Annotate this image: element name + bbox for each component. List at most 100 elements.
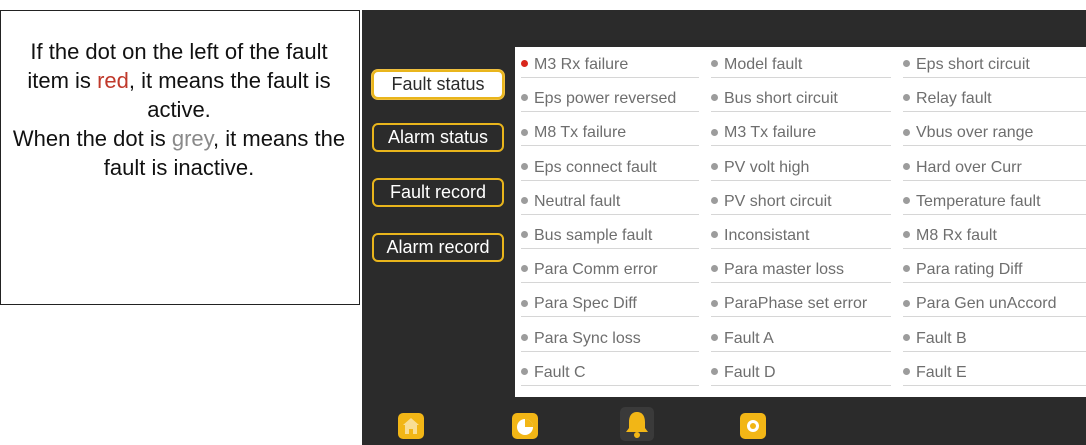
status-dot-inactive xyxy=(521,368,528,376)
fault-item-label: Para Sync loss xyxy=(534,329,641,347)
fault-item-label: Bus short circuit xyxy=(724,90,838,108)
fault-item-label: Fault C xyxy=(534,363,586,381)
fault-item: Inconsistant xyxy=(711,224,891,249)
fault-item: Para master loss xyxy=(711,258,891,284)
status-dot-inactive xyxy=(521,333,528,341)
fault-item: Eps short circuit xyxy=(903,53,1086,78)
fault-item: Para Sync loss xyxy=(521,327,699,352)
status-dot-inactive xyxy=(711,231,718,239)
fault-item-label: Para Spec Diff xyxy=(534,295,637,313)
fault-list-panel: M3 Rx failure Eps power reversed M8 Tx fai… xyxy=(515,47,1086,397)
note-red-word: red xyxy=(97,68,129,93)
status-dot-inactive xyxy=(711,333,718,341)
fault-item-label: Hard over Curr xyxy=(916,158,1022,176)
fault-item-label: Inconsistant xyxy=(724,227,810,244)
note-grey-word: grey xyxy=(171,126,214,151)
fault-item-label: ParaPhase set error xyxy=(724,295,868,313)
fault-item: Hard over Curr xyxy=(903,156,1086,181)
fault-item-label: Vbus over range xyxy=(916,124,1034,142)
fault-item-label: Para Gen unAccord xyxy=(916,295,1057,313)
status-dot-inactive xyxy=(711,368,718,376)
fault-item-label: Para Comm error xyxy=(534,261,658,279)
home-icon[interactable] xyxy=(398,413,424,439)
fault-item: Neutral fault xyxy=(521,190,699,215)
status-dot-inactive xyxy=(711,60,718,68)
gear-icon[interactable] xyxy=(740,413,766,439)
status-dot-inactive xyxy=(711,299,718,307)
tab-alarm-record[interactable]: Alarm record xyxy=(372,233,504,262)
status-dot-inactive xyxy=(711,265,718,273)
status-dot-inactive xyxy=(903,231,910,239)
explanation-note: If the dot on the left of the fault item… xyxy=(0,10,360,305)
status-dot-inactive xyxy=(903,94,910,102)
note-text: If the dot on the left of the fault item… xyxy=(11,37,347,182)
fault-item: PV volt high xyxy=(711,156,891,181)
fault-item-label: Temperature fault xyxy=(916,192,1041,210)
fault-item: Temperature fault xyxy=(903,190,1086,215)
fault-item: Fault B xyxy=(903,327,1086,352)
fault-item: Model fault xyxy=(711,53,891,78)
fault-item: M8 Rx fault xyxy=(903,224,1086,249)
fault-item-label: Eps short circuit xyxy=(916,56,1030,73)
fault-item-label: M8 Rx fault xyxy=(916,227,997,244)
fault-item: M8 Tx failure xyxy=(521,121,699,147)
status-dot-inactive xyxy=(711,128,718,136)
fault-item-label: Fault D xyxy=(724,363,776,381)
fault-item: Fault C xyxy=(521,361,699,386)
fault-item: Relay fault xyxy=(903,87,1086,113)
fault-item: Fault A xyxy=(711,327,891,352)
fault-item-label: M8 Tx failure xyxy=(534,124,627,142)
status-dot-inactive xyxy=(521,265,528,273)
status-dot-inactive xyxy=(903,128,910,136)
fault-item: ParaPhase set error xyxy=(711,292,891,318)
fault-item-label: Eps power reversed xyxy=(534,90,677,108)
status-dot-inactive xyxy=(903,162,910,170)
pie-chart-icon[interactable] xyxy=(512,413,538,439)
fault-item-label: Fault E xyxy=(916,363,967,381)
tab-alarm-status[interactable]: Alarm status xyxy=(372,123,504,152)
status-dot-inactive xyxy=(521,231,528,239)
status-dot-inactive xyxy=(903,368,910,376)
fault-item: Para Comm error xyxy=(521,258,699,284)
fault-item-label: Relay fault xyxy=(916,90,992,108)
tab-fault-status[interactable]: Fault status xyxy=(372,70,504,99)
status-dot-inactive xyxy=(903,197,910,205)
status-dot-inactive xyxy=(521,128,528,136)
fault-item-label: Eps connect fault xyxy=(534,158,657,176)
fault-item-label: Fault B xyxy=(916,329,967,347)
status-dot-inactive xyxy=(711,94,718,102)
fault-item: M3 Tx failure xyxy=(711,121,891,147)
status-dot-inactive xyxy=(521,94,528,102)
status-dot-inactive xyxy=(521,299,528,307)
fault-item-label: Neutral fault xyxy=(534,192,621,210)
fault-item: Vbus over range xyxy=(903,121,1086,147)
status-dot-inactive xyxy=(903,333,910,341)
fault-item-label: Para rating Diff xyxy=(916,261,1023,279)
bell-icon[interactable] xyxy=(620,407,654,441)
note-line2: When the dot is xyxy=(12,126,172,151)
fault-item: Fault D xyxy=(711,361,891,386)
fault-item: Eps power reversed xyxy=(521,87,699,113)
fault-item-label: Bus sample fault xyxy=(534,227,653,244)
fault-item: Eps connect fault xyxy=(521,156,699,181)
fault-item-label: M3 Tx failure xyxy=(724,124,817,142)
fault-item-label: PV volt high xyxy=(724,158,810,176)
fault-item: Bus short circuit xyxy=(711,87,891,113)
fault-item-label: M3 Rx failure xyxy=(534,56,629,73)
status-dot-inactive xyxy=(521,197,528,205)
status-dot-inactive xyxy=(903,60,910,68)
note-line1-end: , it means the fault is active. xyxy=(128,68,331,122)
fault-item: Bus sample fault xyxy=(521,224,699,249)
fault-item: Para Spec Diff xyxy=(521,292,699,318)
fault-item: PV short circuit xyxy=(711,190,891,215)
fault-item-label: Model fault xyxy=(724,56,803,73)
status-dot-inactive xyxy=(521,162,528,170)
fault-item-label: PV short circuit xyxy=(724,192,832,210)
status-dot-inactive xyxy=(903,265,910,273)
fault-item: Para Gen unAccord xyxy=(903,292,1086,318)
fault-item: Para rating Diff xyxy=(903,258,1086,284)
status-dot-inactive xyxy=(711,162,718,170)
tab-fault-record[interactable]: Fault record xyxy=(372,178,504,207)
fault-item: M3 Rx failure xyxy=(521,53,699,78)
status-dot-active xyxy=(521,60,528,68)
